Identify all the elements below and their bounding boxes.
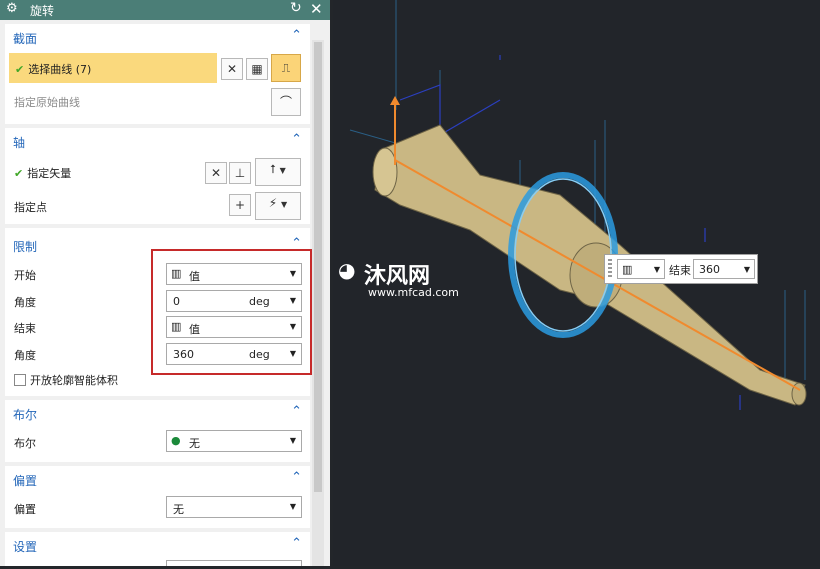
section-title: 截面 xyxy=(13,32,38,46)
vector-type-dropdown[interactable]: ⭡ ▼ xyxy=(255,158,301,186)
curve-rule-icon[interactable]: ✕ xyxy=(221,58,243,80)
vector-dialog-icon[interactable]: ⊥ xyxy=(229,162,251,184)
reverse-direction-icon[interactable]: ✕ xyxy=(205,162,227,184)
offset-section-title: 偏置 xyxy=(13,474,38,488)
open-profile-label: 开放轮廓智能体积 xyxy=(30,374,118,387)
limits-section-title: 限制 xyxy=(13,240,38,254)
start-label: 开始 xyxy=(14,269,36,282)
chevron-down-icon: ▼ xyxy=(281,200,288,209)
settings-section-title: 设置 xyxy=(13,540,38,554)
revolve-dialog: ⚙ 旋转 ↻ ✕ 截面 ⌃ ✔ 选择曲线 (7) ✕ ▦ ⎍ 指定原始曲线 ⌒ 轴… xyxy=(0,0,330,566)
open-profile-checkbox[interactable] xyxy=(14,374,26,386)
start-angle-label: 角度 xyxy=(14,296,36,309)
chevron-down-icon: ▼ xyxy=(279,166,286,175)
select-curve-row[interactable]: ✔ 选择曲线 (7) xyxy=(9,53,217,83)
end-type-button[interactable]: ▥ ▼ xyxy=(617,259,665,279)
select-curve-label: ✔ 选择曲线 (7) xyxy=(15,63,92,76)
origin-curve-icon[interactable]: ⌒ xyxy=(271,88,301,116)
sketch-section-icon[interactable]: ⎍ xyxy=(271,54,301,82)
boolean-icon: ● xyxy=(171,434,181,447)
settings-select[interactable] xyxy=(166,560,302,566)
annotation-highlight-box xyxy=(151,249,312,375)
offset-group: 偏置 ⌃ 偏置 无 ▼ xyxy=(5,466,310,528)
drag-handle[interactable] xyxy=(608,259,612,279)
point-type-dropdown[interactable]: ⚡ ▼ xyxy=(255,192,301,220)
specify-vector-label: ✔ 指定矢量 xyxy=(14,167,72,180)
check-icon: ✔ xyxy=(15,63,25,76)
axis-group: 轴 ⌃ ✔ 指定矢量 ✕ ⊥ ⭡ ▼ 指定点 + ⚡ ▼ xyxy=(5,128,310,224)
dialog-scrollbar[interactable] xyxy=(312,40,324,566)
callout-end-input[interactable]: 360 ▼ xyxy=(693,259,755,279)
end-angle-label: 角度 xyxy=(14,349,36,362)
gear-icon[interactable]: ⚙ xyxy=(6,1,18,16)
chevron-down-icon: ▼ xyxy=(289,502,296,511)
boolean-select[interactable]: ● 无 ▼ xyxy=(166,430,302,452)
point-icon: ⚡ xyxy=(268,196,278,210)
watermark-url: www.mfcad.com xyxy=(368,286,459,299)
reset-icon[interactable]: ↻ xyxy=(290,0,302,16)
boolean-group: 布尔 ⌃ 布尔 ● 无 ▼ xyxy=(5,400,310,462)
check-icon: ✔ xyxy=(14,167,24,180)
end-limit-callout: ▥ ▼ 结束 360 ▼ xyxy=(604,254,758,284)
callout-end-label: 结束 xyxy=(669,264,691,277)
chevron-up-icon[interactable]: ⌃ xyxy=(291,132,302,147)
chevron-up-icon[interactable]: ⌃ xyxy=(291,28,302,43)
dialog-title-bar: ⚙ 旋转 ↻ ✕ xyxy=(0,0,330,20)
scrollbar-thumb[interactable] xyxy=(314,42,322,492)
revolved-part xyxy=(372,96,807,406)
close-icon[interactable]: ✕ xyxy=(310,0,323,18)
chevron-up-icon[interactable]: ⌃ xyxy=(291,536,302,551)
chevron-up-icon[interactable]: ⌃ xyxy=(291,404,302,419)
offset-select[interactable]: 无 ▼ xyxy=(166,496,302,518)
offset-label: 偏置 xyxy=(14,503,36,516)
boolean-section-title: 布尔 xyxy=(13,408,38,422)
vector-icon: ⭡ xyxy=(270,162,276,176)
specify-point-label: 指定点 xyxy=(14,201,47,214)
value-icon: ▥ xyxy=(622,263,633,276)
axis-section-title: 轴 xyxy=(13,136,26,150)
chevron-down-icon: ▼ xyxy=(743,265,750,274)
section-group: 截面 ⌃ ✔ 选择曲线 (7) ✕ ▦ ⎍ 指定原始曲线 ⌒ xyxy=(5,24,310,124)
sketch-icon[interactable]: ▦ xyxy=(246,58,268,80)
point-dialog-icon[interactable]: + xyxy=(229,194,251,216)
chevron-down-icon: ▼ xyxy=(289,436,296,445)
end-label: 结束 xyxy=(14,322,36,335)
chevron-down-icon: ▼ xyxy=(653,265,660,274)
boolean-label: 布尔 xyxy=(14,437,36,450)
settings-group: 设置 ⌃ xyxy=(5,532,310,566)
chevron-up-icon[interactable]: ⌃ xyxy=(291,470,302,485)
watermark-logo: ◕ xyxy=(338,258,356,282)
specify-origin-curve-label: 指定原始曲线 xyxy=(14,96,80,109)
dialog-title: 旋转 xyxy=(30,4,55,18)
